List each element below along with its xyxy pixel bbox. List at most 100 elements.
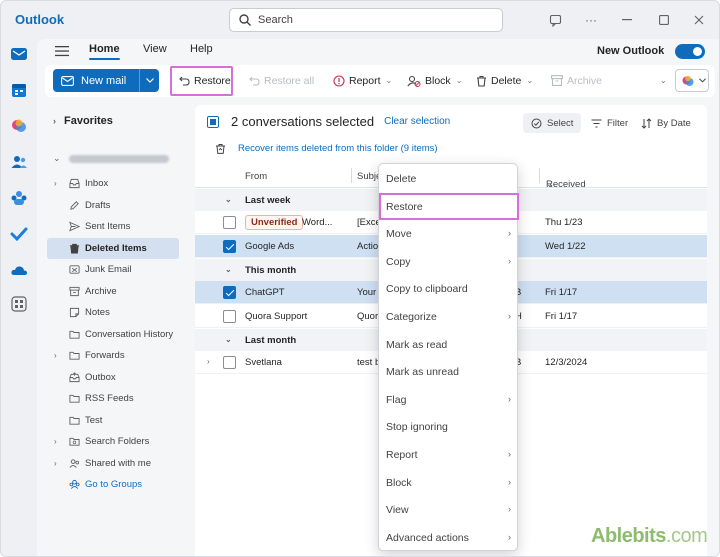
- chevron-right-icon[interactable]: ›: [54, 459, 57, 468]
- folder-icon: [69, 416, 80, 425]
- chevron-right-icon[interactable]: ›: [54, 179, 57, 188]
- row-checkbox[interactable]: [223, 216, 236, 229]
- sidebar-item-drafts[interactable]: Drafts: [47, 195, 179, 216]
- menu-item-categorize[interactable]: Categorize ›: [379, 303, 519, 330]
- group-label: This month: [245, 265, 297, 276]
- menu-item-view[interactable]: View ›: [379, 496, 519, 523]
- row-checkbox[interactable]: [223, 356, 236, 369]
- menu-item-mark-as-unread[interactable]: Mark as unread: [379, 358, 519, 385]
- column-divider[interactable]: [351, 168, 352, 183]
- sidebar-item-rss-feeds[interactable]: RSS Feeds: [47, 388, 179, 409]
- clear-selection-link[interactable]: Clear selection: [384, 116, 450, 127]
- sidebar-item-sent-items[interactable]: Sent Items: [47, 216, 179, 237]
- menu-item-delete[interactable]: Delete: [379, 165, 519, 192]
- sidebar-item-junk-email[interactable]: Junk Email: [47, 259, 179, 280]
- restore-all-button[interactable]: Restore all: [249, 69, 314, 92]
- menu-item-advanced-actions[interactable]: Advanced actions ›: [379, 524, 519, 551]
- sidebar-item-label: Archive: [85, 285, 117, 297]
- sidebar-item-archive[interactable]: Archive: [47, 281, 179, 302]
- sidebar-item-search-folders[interactable]: › Search Folders: [47, 431, 179, 452]
- col-from[interactable]: From: [245, 171, 267, 182]
- recover-items-link[interactable]: Recover items deleted from this folder (…: [216, 143, 438, 154]
- sidebar-item-notes[interactable]: Notes: [47, 302, 179, 323]
- chevron-down-icon: ⌄: [385, 76, 393, 85]
- hamburger-menu-icon[interactable]: [55, 45, 69, 57]
- menu-item-label: Copy: [386, 255, 411, 268]
- more-apps-icon[interactable]: [10, 295, 28, 313]
- sidebar-item-conversation-history[interactable]: Conversation History: [47, 324, 179, 345]
- block-label: Block: [425, 74, 451, 87]
- chevron-right-icon[interactable]: ›: [207, 357, 210, 366]
- todo-icon[interactable]: [10, 225, 28, 243]
- sidebar-item-test[interactable]: Test: [47, 410, 179, 431]
- tab-home[interactable]: Home: [89, 43, 120, 60]
- maximize-icon[interactable]: [656, 12, 672, 28]
- select-all-checkbox[interactable]: [207, 115, 219, 128]
- new-outlook-label: New Outlook: [597, 45, 665, 57]
- menu-item-copy[interactable]: Copy ›: [379, 248, 519, 275]
- select-button[interactable]: Select: [523, 113, 582, 133]
- new-mail-button[interactable]: New mail: [53, 69, 159, 92]
- row-checkbox[interactable]: [223, 310, 236, 323]
- copilot-icon[interactable]: [10, 117, 28, 135]
- report-button[interactable]: Report ⌄: [333, 69, 392, 92]
- account-header[interactable]: ⌄: [53, 153, 169, 164]
- menu-item-mark-as-read[interactable]: Mark as read: [379, 331, 519, 358]
- mail-icon[interactable]: [10, 45, 28, 63]
- menu-item-report[interactable]: Report ›: [379, 441, 519, 468]
- sidebar-item-inbox[interactable]: › Inbox: [47, 173, 179, 194]
- copilot-button[interactable]: [675, 69, 709, 92]
- favorites-header[interactable]: › Favorites: [53, 115, 113, 127]
- folder-icon: [69, 351, 80, 360]
- menu-item-copy-to-clipboard[interactable]: Copy to clipboard: [379, 275, 519, 302]
- ribbon-expand-icon[interactable]: ⌄: [655, 69, 667, 92]
- search-folder-icon: [69, 437, 80, 446]
- sidebar-item-forwards[interactable]: › Forwards: [47, 345, 179, 366]
- sidebar-item-deleted-items[interactable]: Deleted Items: [47, 237, 179, 259]
- folder-icon: [69, 394, 80, 403]
- feedback-icon[interactable]: [547, 12, 563, 28]
- chevron-down-icon: [145, 78, 154, 83]
- sort-button[interactable]: By Date: [641, 113, 691, 133]
- chevron-right-icon[interactable]: ›: [54, 437, 57, 446]
- chevron-right-icon[interactable]: ›: [54, 351, 57, 360]
- app-rail: [1, 39, 37, 556]
- inbox-icon: [69, 178, 80, 189]
- menu-item-move[interactable]: Move ›: [379, 220, 519, 247]
- note-icon: [69, 307, 80, 318]
- new-outlook-toggle[interactable]: [675, 44, 705, 59]
- minimize-icon[interactable]: [619, 12, 635, 28]
- new-mail-dropdown[interactable]: [139, 69, 159, 92]
- restore-button[interactable]: Restore: [179, 69, 231, 92]
- watermark-brand: Ablebits: [591, 525, 666, 547]
- sidebar-item-outbox[interactable]: Outbox: [47, 367, 179, 388]
- filter-button[interactable]: Filter: [591, 113, 628, 133]
- menu-item-flag[interactable]: Flag ›: [379, 386, 519, 413]
- sidebar-item-shared-with-me[interactable]: › Shared with me: [47, 453, 179, 474]
- menu-item-block[interactable]: Block ›: [379, 469, 519, 496]
- onedrive-icon[interactable]: [10, 261, 28, 279]
- calendar-icon[interactable]: [10, 81, 28, 99]
- row-received: Wed 1/22: [545, 241, 586, 252]
- tab-help[interactable]: Help: [190, 43, 213, 55]
- tab-view[interactable]: View: [143, 43, 167, 55]
- ablebits-watermark: Ablebits.com: [591, 525, 708, 548]
- row-checkbox[interactable]: [223, 286, 236, 299]
- sidebar-item-label: Go to Groups: [85, 479, 143, 490]
- archive-button[interactable]: Archive: [551, 69, 602, 92]
- restore-icon: [179, 76, 190, 86]
- menu-item-label: Restore: [386, 200, 423, 213]
- block-button[interactable]: Block ⌄: [407, 69, 462, 92]
- menu-item-label: Categorize: [386, 311, 437, 323]
- delete-button[interactable]: Delete ⌄: [476, 69, 533, 92]
- column-divider[interactable]: [539, 168, 540, 183]
- close-icon[interactable]: [691, 12, 707, 28]
- menu-item-restore[interactable]: Restore: [379, 192, 519, 220]
- sidebar-item-go-to-groups[interactable]: Go to Groups: [47, 474, 179, 495]
- menu-item-stop-ignoring[interactable]: Stop ignoring: [379, 413, 519, 440]
- row-checkbox[interactable]: [223, 240, 236, 253]
- search-box[interactable]: Search: [229, 8, 503, 32]
- groups-icon[interactable]: [10, 189, 28, 207]
- more-options-icon[interactable]: ···: [583, 12, 599, 28]
- people-icon[interactable]: [10, 153, 28, 171]
